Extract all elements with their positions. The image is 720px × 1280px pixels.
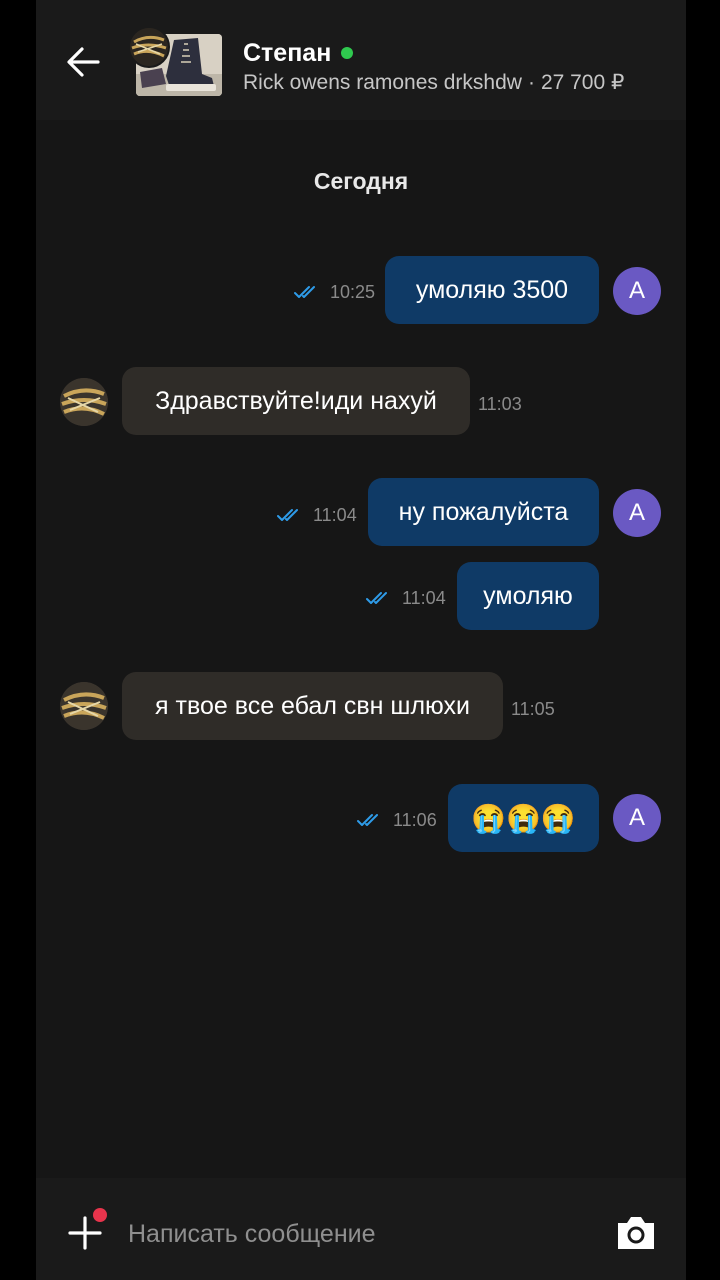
item-separator: · (527, 71, 535, 94)
message-bubble-outgoing[interactable]: умоляю 3500 (385, 256, 599, 324)
message-text: умоляю 3500 (415, 275, 569, 304)
message-time: 10:25 (330, 281, 376, 302)
message-time: 11:05 (511, 698, 555, 719)
avatar-image (130, 28, 168, 66)
message-bubble-outgoing[interactable]: ну пожалуйста (368, 478, 599, 546)
user-avatar[interactable]: А (613, 267, 661, 315)
camera-icon (618, 1217, 654, 1249)
message-meta: 11:03 (478, 392, 522, 416)
item-price: 27 700 ₽ (540, 71, 625, 94)
message-meta: 11:06 (357, 808, 437, 832)
chat-header: Степан Rick owens ramones drkshdw · 27 700… (36, 0, 686, 120)
message-meta: 10:25 (294, 280, 375, 304)
avatar-letter: А (628, 277, 645, 304)
message-text: Здравствуйте!иди нахуй (155, 386, 437, 415)
message-bubble-incoming[interactable]: я твое все ебал свн шлюхи (122, 672, 503, 740)
user-avatar[interactable]: А (613, 489, 661, 537)
avatar-image (60, 378, 108, 426)
date-divider: Сегодня (313, 168, 409, 194)
double-check-icon (277, 509, 298, 521)
notification-dot (93, 1208, 107, 1222)
message-time: 11:04 (402, 587, 446, 608)
message-time: 11:03 (478, 393, 522, 414)
message-text: умоляю (483, 581, 573, 610)
contact-name-row[interactable]: Степан (243, 36, 354, 70)
double-check-icon (366, 592, 387, 604)
avatar-letter: А (628, 499, 645, 526)
item-title: Rick owens ramones drkshdw (243, 71, 522, 94)
contact-avatar[interactable] (60, 378, 108, 426)
double-check-icon (357, 814, 378, 826)
arrow-left-icon (67, 47, 100, 77)
message-input[interactable] (126, 1210, 600, 1258)
contact-name: Степан (243, 38, 332, 67)
camera-button[interactable] (612, 1210, 660, 1256)
message-composer (36, 1178, 686, 1280)
message-text: ну пожалуйста (398, 497, 569, 526)
message-time: 11:04 (313, 504, 357, 525)
message-bubble-incoming[interactable]: Здравствуйте!иди нахуй (122, 367, 470, 435)
message-bubble-outgoing[interactable]: 😭😭😭 (448, 784, 599, 852)
double-check-icon (294, 286, 315, 298)
avatar-image (60, 682, 108, 730)
back-button[interactable] (60, 38, 108, 86)
user-avatar[interactable]: А (613, 794, 661, 842)
message-emoji: 😭😭😭 (471, 802, 576, 834)
message-meta: 11:04 (277, 503, 357, 527)
online-indicator (341, 47, 354, 59)
message-text: я твое все ебал свн шлюхи (155, 691, 470, 720)
chat-screen: Степан Rick owens ramones drkshdw · 27 700… (36, 0, 686, 1280)
message-bubble-outgoing[interactable]: умоляю (457, 562, 599, 630)
seller-avatar (128, 26, 170, 68)
message-meta: 11:05 (511, 697, 555, 721)
item-info[interactable]: Rick owens ramones drkshdw · 27 700 ₽ (243, 70, 624, 95)
avatar-letter: А (628, 804, 645, 831)
contact-avatar[interactable] (60, 682, 108, 730)
message-meta: 11:04 (366, 586, 446, 610)
message-time: 11:06 (393, 809, 437, 830)
